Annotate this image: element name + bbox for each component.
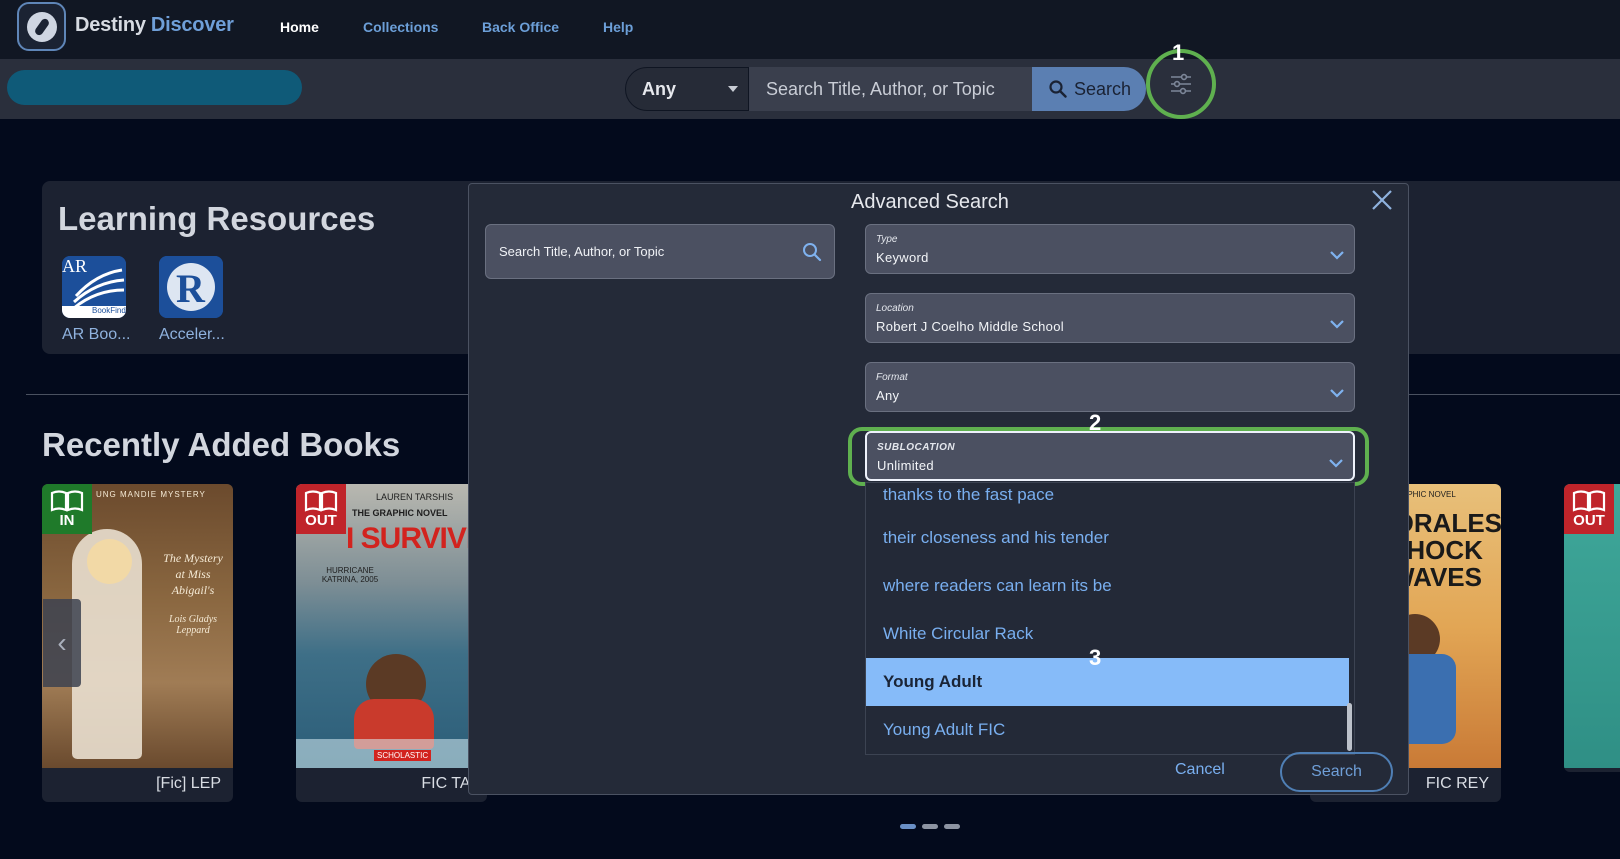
carousel-dot[interactable]	[900, 824, 916, 829]
search-icon	[1049, 80, 1067, 98]
close-icon[interactable]	[1369, 187, 1395, 213]
caret-down-icon	[728, 86, 738, 92]
location-value: Robert J Coelho Middle School	[876, 319, 1064, 334]
nav-collections[interactable]: Collections	[363, 19, 438, 35]
book-cover-title: The Mystery at Miss Abigail's	[163, 551, 223, 597]
status-badge-label: OUT	[1573, 511, 1605, 529]
search-icon[interactable]	[802, 242, 822, 262]
dropdown-option-selected[interactable]: Young Adult	[866, 658, 1349, 706]
ar-bookfinder-tile[interactable]: AR BookFinde	[62, 256, 126, 318]
chevron-down-icon	[1330, 389, 1344, 398]
brand-name-part1: Destiny	[75, 14, 146, 36]
ar-tile-subtext: BookFinde	[92, 306, 126, 315]
ar-bookfinder-label[interactable]: AR Boo...	[62, 326, 130, 344]
carousel-prev-button[interactable]: ‹	[43, 599, 81, 687]
call-number: FIC REY	[1425, 775, 1489, 792]
status-badge-label: IN	[59, 511, 75, 529]
call-number: FIC TAI	[421, 775, 475, 792]
sublocation-value: Unlimited	[877, 458, 934, 473]
dropdown-option[interactable]: their closeness and his tender	[866, 514, 1349, 562]
ar-tile-text: AR	[62, 256, 88, 276]
chevron-down-icon	[1330, 251, 1344, 260]
carousel-dot[interactable]	[944, 824, 960, 829]
call-number: [Fic] LEP	[156, 775, 221, 792]
dialog-search-button[interactable]: Search	[1280, 752, 1393, 792]
carousel-pagination	[900, 824, 960, 829]
nav-back-office[interactable]: Back Office	[482, 19, 559, 35]
book-card[interactable]: OUT	[1564, 484, 1620, 772]
search-button[interactable]: Search	[1032, 67, 1146, 111]
open-book-icon	[304, 489, 338, 512]
top-nav: Destiny Discover Home Collections Back Of…	[0, 0, 1620, 59]
brand-name-part2: Discover	[150, 14, 234, 36]
recently-added-title: Recently Added Books	[42, 426, 401, 463]
callout-1: 1	[1172, 40, 1185, 65]
location-label: Location	[876, 303, 914, 314]
brand-name[interactable]: Destiny Discover	[75, 14, 234, 37]
chevron-down-icon	[1329, 459, 1343, 468]
book-cover-author: LAUREN TARSHIS	[376, 492, 454, 502]
open-book-icon	[1572, 489, 1606, 512]
search-type-value: Any	[642, 78, 677, 99]
book-cover-title: I SURVIVED	[346, 522, 487, 555]
book-cover-subtitle: HURRICANE KATRINA, 2005	[321, 566, 379, 584]
dialog-title: Advanced Search	[851, 191, 1009, 213]
format-label: Format	[876, 372, 908, 383]
sublocation-label: SUBLOCATION	[877, 442, 956, 453]
dropdown-scrollbar[interactable]	[1347, 703, 1352, 751]
chevron-left-icon: ‹	[57, 627, 67, 658]
chevron-down-icon	[1330, 320, 1344, 329]
advanced-search-placeholder: Search Title, Author, or Topic	[499, 244, 665, 259]
cancel-button[interactable]: Cancel	[1175, 761, 1225, 779]
status-badge: OUT	[296, 484, 346, 534]
search-input[interactable]: Search Title, Author, or Topic	[749, 67, 1032, 111]
dropdown-option[interactable]: White Circular Rack	[866, 610, 1349, 658]
sliders-icon	[1171, 73, 1191, 95]
status-badge-label: OUT	[305, 511, 337, 529]
book-cover-kicker: THE GRAPHIC NOVEL	[352, 508, 448, 518]
sublocation-dropdown-list[interactable]: thanks to the fast pace their closeness …	[865, 482, 1355, 755]
nav-home[interactable]: Home	[280, 19, 319, 35]
callout-3: 3	[1089, 645, 1102, 670]
accelerated-reader-label[interactable]: Acceler...	[159, 326, 225, 344]
book-card[interactable]: LAUREN TARSHIS THE GRAPHIC NOVEL I SURVI…	[296, 484, 487, 802]
accelerated-reader-tile-text: R	[176, 266, 205, 311]
book-cover-publisher: SCHOLASTIC	[374, 750, 432, 761]
destiny-logo-icon[interactable]	[17, 2, 66, 51]
carousel-dot[interactable]	[922, 824, 938, 829]
status-badge: IN	[42, 484, 92, 534]
type-value: Keyword	[876, 250, 929, 265]
dropdown-option[interactable]: where readers can learn its be	[866, 562, 1349, 610]
type-label: Type	[876, 234, 898, 245]
sublocation-select[interactable]: SUBLOCATION Unlimited	[865, 431, 1355, 481]
book-cover-series: UNG MANDIE MYSTERY	[96, 490, 206, 499]
search-button-label: Search	[1074, 78, 1132, 99]
learning-resources-title: Learning Resources	[58, 200, 376, 237]
location-select[interactable]: Location Robert J Coelho Middle School	[865, 293, 1355, 343]
format-value: Any	[876, 388, 900, 403]
status-badge: OUT	[1564, 484, 1614, 534]
nav-help[interactable]: Help	[603, 19, 633, 35]
format-select[interactable]: Format Any	[865, 362, 1355, 412]
open-book-icon	[50, 489, 84, 512]
search-type-select[interactable]: Any	[625, 67, 749, 111]
advanced-search-input[interactable]: Search Title, Author, or Topic	[485, 224, 835, 279]
accelerated-reader-tile[interactable]: R	[159, 256, 223, 318]
type-select[interactable]: Type Keyword	[865, 224, 1355, 274]
book-cover-author: Lois Gladys Leppard	[168, 614, 218, 636]
site-selector-pill[interactable]	[7, 70, 302, 105]
dropdown-option[interactable]: Young Adult FIC	[866, 706, 1349, 754]
